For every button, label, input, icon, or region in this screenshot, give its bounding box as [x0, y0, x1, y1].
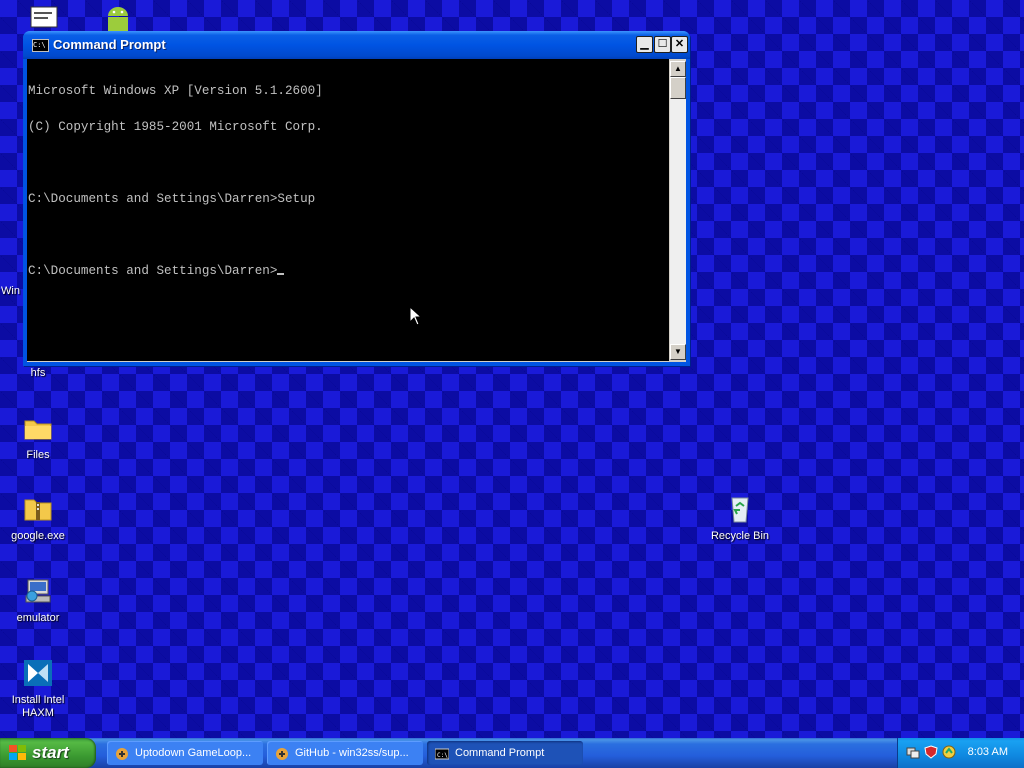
- zip-folder-icon: [22, 494, 54, 526]
- close-icon: ✕: [674, 38, 685, 50]
- console-prompt: C:\Documents and Settings\Darren>: [28, 264, 278, 278]
- google-exe-label: google.exe: [11, 530, 65, 542]
- system-tray: 8:03 AM: [897, 738, 1024, 768]
- taskbar-button-uptodown[interactable]: Uptodown GameLoop...: [107, 741, 263, 765]
- update-icon[interactable]: [942, 745, 956, 759]
- emulator-label: emulator: [16, 612, 60, 624]
- desktop-icon-hfs[interactable]: hfs: [0, 367, 76, 380]
- arrow-up-icon: ▲: [674, 64, 682, 73]
- cmd-icon: C:\: [434, 746, 450, 760]
- vertical-scrollbar[interactable]: ▲ ▼: [670, 61, 686, 360]
- clock[interactable]: 8:03 AM: [968, 746, 1008, 758]
- taskbar-button-command-prompt[interactable]: C:\ Command Prompt: [427, 741, 583, 765]
- start-label: start: [32, 743, 69, 762]
- console-line: Microsoft Windows XP [Version 5.1.2600]: [28, 84, 323, 98]
- security-shield-icon[interactable]: [924, 745, 938, 759]
- console-prompt-line: C:\Documents and Settings\Darren>: [28, 265, 669, 277]
- window-title: Command Prompt: [53, 37, 166, 52]
- taskbar-label: GitHub - win32ss/sup...: [295, 747, 409, 759]
- hfs-label: hfs: [30, 367, 46, 379]
- cmd-icon: C:\: [32, 39, 49, 52]
- taskbar: start Uptodown GameLoop... GitHub - win3…: [0, 738, 1024, 768]
- github-icon: [275, 746, 289, 760]
- folder-icon: [22, 413, 54, 445]
- desktop-icon-google-exe[interactable]: google.exe: [0, 494, 76, 543]
- desktop-icon-haxm[interactable]: Install Intel HAXM: [0, 658, 76, 720]
- recycle-bin-label: Recycle Bin: [710, 530, 770, 542]
- taskbar-label: Uptodown GameLoop...: [135, 747, 252, 759]
- console-output[interactable]: Microsoft Windows XP [Version 5.1.2600] …: [27, 59, 669, 361]
- scroll-thumb[interactable]: [670, 77, 686, 99]
- scroll-up-button[interactable]: ▲: [670, 61, 686, 77]
- command-prompt-window[interactable]: C:\ Command Prompt ▁ ☐ ✕ Microsoft Windo…: [23, 31, 690, 366]
- desktop-icon-recycle-bin[interactable]: Recycle Bin: [702, 494, 778, 543]
- haxm-label: Install Intel HAXM: [11, 694, 65, 719]
- installer-icon: [22, 576, 54, 608]
- wine-label: Win: [1, 285, 20, 297]
- svg-text:C:\: C:\: [437, 752, 448, 759]
- haxm-icon: [22, 658, 54, 690]
- desktop-icon-files[interactable]: Files: [0, 413, 76, 462]
- minimize-icon: ▁: [640, 38, 649, 50]
- minimize-button[interactable]: ▁: [636, 36, 653, 53]
- close-button[interactable]: ✕: [671, 36, 688, 53]
- taskbar-label: Command Prompt: [455, 747, 545, 759]
- text-cursor: [277, 273, 285, 275]
- console-line: C:\Documents and Settings\Darren>Setup: [28, 192, 316, 206]
- scroll-down-button[interactable]: ▼: [670, 344, 686, 360]
- title-bar[interactable]: C:\ Command Prompt ▁ ☐ ✕: [23, 31, 690, 59]
- taskbar-button-github[interactable]: GitHub - win32ss/sup...: [267, 741, 423, 765]
- android-icon: [102, 2, 134, 34]
- recycle-bin-icon: [724, 494, 756, 526]
- maximize-button[interactable]: ☐: [654, 36, 671, 53]
- maximize-icon: ☐: [657, 38, 668, 50]
- uptodown-icon: [115, 746, 129, 760]
- arrow-down-icon: ▼: [674, 347, 682, 356]
- files-label: Files: [26, 449, 50, 461]
- console-line: (C) Copyright 1985-2001 Microsoft Corp.: [28, 120, 323, 134]
- window-client-area: Microsoft Windows XP [Version 5.1.2600] …: [27, 59, 686, 362]
- network-icon[interactable]: [906, 745, 920, 759]
- start-button[interactable]: start: [0, 738, 96, 768]
- windows-logo-icon: [9, 745, 26, 761]
- desktop-icon-emulator[interactable]: emulator: [0, 576, 76, 625]
- mouse-pointer-icon: [409, 305, 423, 331]
